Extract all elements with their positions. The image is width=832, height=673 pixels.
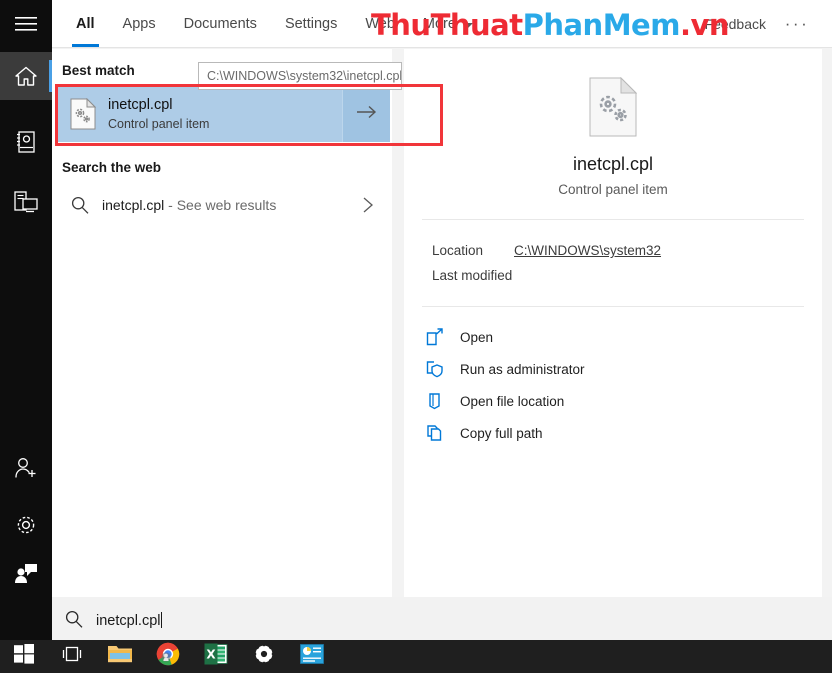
- preview-actions: Open Run as administrator: [404, 307, 822, 449]
- action-run-as-administrator[interactable]: Run as administrator: [404, 353, 822, 385]
- cpl-file-icon: [58, 98, 108, 130]
- chrome-button[interactable]: [144, 640, 192, 673]
- app-button[interactable]: [288, 640, 336, 673]
- settings-button[interactable]: [240, 640, 288, 673]
- file-explorer-button[interactable]: [96, 640, 144, 673]
- search-web-heading: Search the web: [52, 156, 392, 183]
- tab-all[interactable]: All: [62, 0, 109, 48]
- action-open-label: Open: [460, 330, 493, 345]
- rail-item-devices[interactable]: [0, 178, 52, 226]
- open-icon: [426, 328, 460, 346]
- folder-icon: [107, 643, 133, 670]
- windows-logo-icon: [14, 644, 34, 669]
- results-column: Best match inetcpl.cp: [52, 49, 392, 597]
- preview-pane: inetcpl.cpl Control panel item Location …: [404, 49, 822, 597]
- rail-selection-indicator: [49, 60, 52, 92]
- cpl-file-icon-large: [404, 77, 822, 137]
- person-add-icon: [13, 456, 39, 480]
- excel-icon: X: [204, 643, 228, 670]
- rail-item-settings[interactable]: [0, 501, 52, 549]
- text-cursor: [161, 612, 162, 628]
- action-copy-full-path[interactable]: Copy full path: [404, 417, 822, 449]
- folder-location-icon: [426, 392, 460, 410]
- tab-more[interactable]: More: [409, 0, 487, 48]
- search-input-value: inetcpl.cpl: [96, 613, 160, 629]
- copy-icon: [426, 424, 460, 442]
- rail-item-hamburger-menu[interactable]: [0, 0, 52, 48]
- metadata-key-location: Location: [404, 243, 514, 258]
- web-result-query: inetcpl.cpl: [102, 197, 164, 213]
- search-icon: [58, 195, 102, 215]
- preview-metadata: Location C:\WINDOWS\system32 Last modifi…: [404, 220, 822, 306]
- svg-text:X: X: [206, 648, 216, 662]
- preview-subtitle: Control panel item: [404, 182, 822, 197]
- ellipsis-icon: ···: [785, 14, 809, 34]
- metadata-key-last-modified: Last modified: [404, 268, 514, 283]
- web-result-item[interactable]: inetcpl.cpl - See web results: [58, 183, 390, 227]
- person-feedback-icon: [13, 562, 39, 584]
- chevron-down-icon: [463, 23, 473, 28]
- action-open-file-location-label: Open file location: [460, 394, 564, 409]
- rail-item-feedback[interactable]: [0, 549, 52, 597]
- notebook-icon: [15, 130, 37, 154]
- tab-web[interactable]: Web: [351, 0, 409, 48]
- tab-settings-label: Settings: [285, 16, 337, 32]
- tab-settings[interactable]: Settings: [271, 0, 351, 48]
- tab-documents-label: Documents: [184, 16, 257, 32]
- search-rail: [0, 0, 52, 640]
- task-view-icon: [61, 644, 83, 669]
- rail-item-notebook[interactable]: [0, 118, 52, 166]
- web-result-suffix: - See web results: [164, 197, 276, 213]
- web-result-label: inetcpl.cpl - See web results: [102, 197, 346, 213]
- feedback-label: Feedback: [705, 16, 766, 32]
- gear-icon: [253, 643, 275, 670]
- preview-hero: inetcpl.cpl Control panel item: [404, 49, 822, 219]
- metadata-value-location[interactable]: C:\WINDOWS\system32: [514, 243, 661, 258]
- more-options-button[interactable]: ···: [780, 0, 814, 48]
- best-match-open-arrow[interactable]: [342, 86, 390, 142]
- metadata-row: Last modified: [404, 265, 822, 290]
- search-input-bar[interactable]: inetcpl.cpl: [52, 597, 832, 640]
- search-icon: [52, 609, 96, 629]
- preview-title: inetcpl.cpl: [404, 153, 822, 176]
- best-match-result[interactable]: inetcpl.cpl Control panel item: [58, 86, 390, 142]
- action-open-file-location[interactable]: Open file location: [404, 385, 822, 417]
- action-open[interactable]: Open: [404, 321, 822, 353]
- path-tooltip: C:\WINDOWS\system32\inetcpl.cpl: [198, 62, 402, 90]
- home-icon: [14, 65, 38, 87]
- tab-all-label: All: [76, 16, 95, 32]
- chrome-icon: [156, 642, 180, 671]
- taskbar: X: [0, 640, 832, 673]
- search-input[interactable]: inetcpl.cpl: [96, 609, 162, 629]
- task-view-button[interactable]: [48, 640, 96, 673]
- tab-web-label: Web: [365, 16, 395, 32]
- screen: All Apps Documents Settings Web More: [0, 0, 832, 673]
- rail-item-account[interactable]: [0, 444, 52, 492]
- location-link[interactable]: C:\WINDOWS\system32: [514, 243, 661, 258]
- action-copy-full-path-label: Copy full path: [460, 426, 543, 441]
- best-match-text: inetcpl.cpl Control panel item: [108, 96, 342, 133]
- search-flyout: All Apps Documents Settings Web More: [52, 0, 832, 640]
- search-tabs: All Apps Documents Settings Web More: [62, 0, 487, 48]
- gear-icon: [14, 513, 38, 537]
- excel-button[interactable]: X: [192, 640, 240, 673]
- tab-apps-label: Apps: [123, 16, 156, 32]
- feedback-button[interactable]: Feedback: [705, 0, 766, 48]
- chevron-right-icon[interactable]: [346, 196, 390, 214]
- shield-run-icon: [426, 360, 460, 378]
- best-match-title: inetcpl.cpl: [108, 96, 342, 114]
- search-tabbar: All Apps Documents Settings Web More: [52, 0, 832, 48]
- action-run-as-administrator-label: Run as administrator: [460, 362, 585, 377]
- tab-apps[interactable]: Apps: [109, 0, 170, 48]
- arrow-right-icon: [356, 105, 378, 124]
- tab-more-label: More: [423, 16, 456, 32]
- device-icon: [13, 190, 39, 214]
- rail-item-home[interactable]: [0, 52, 52, 100]
- metadata-row: Location C:\WINDOWS\system32: [404, 240, 822, 265]
- blue-app-icon: [300, 644, 324, 669]
- best-match-subtitle: Control panel item: [108, 116, 342, 133]
- hamburger-icon: [15, 16, 37, 32]
- start-button[interactable]: [0, 640, 48, 673]
- tab-documents[interactable]: Documents: [170, 0, 271, 48]
